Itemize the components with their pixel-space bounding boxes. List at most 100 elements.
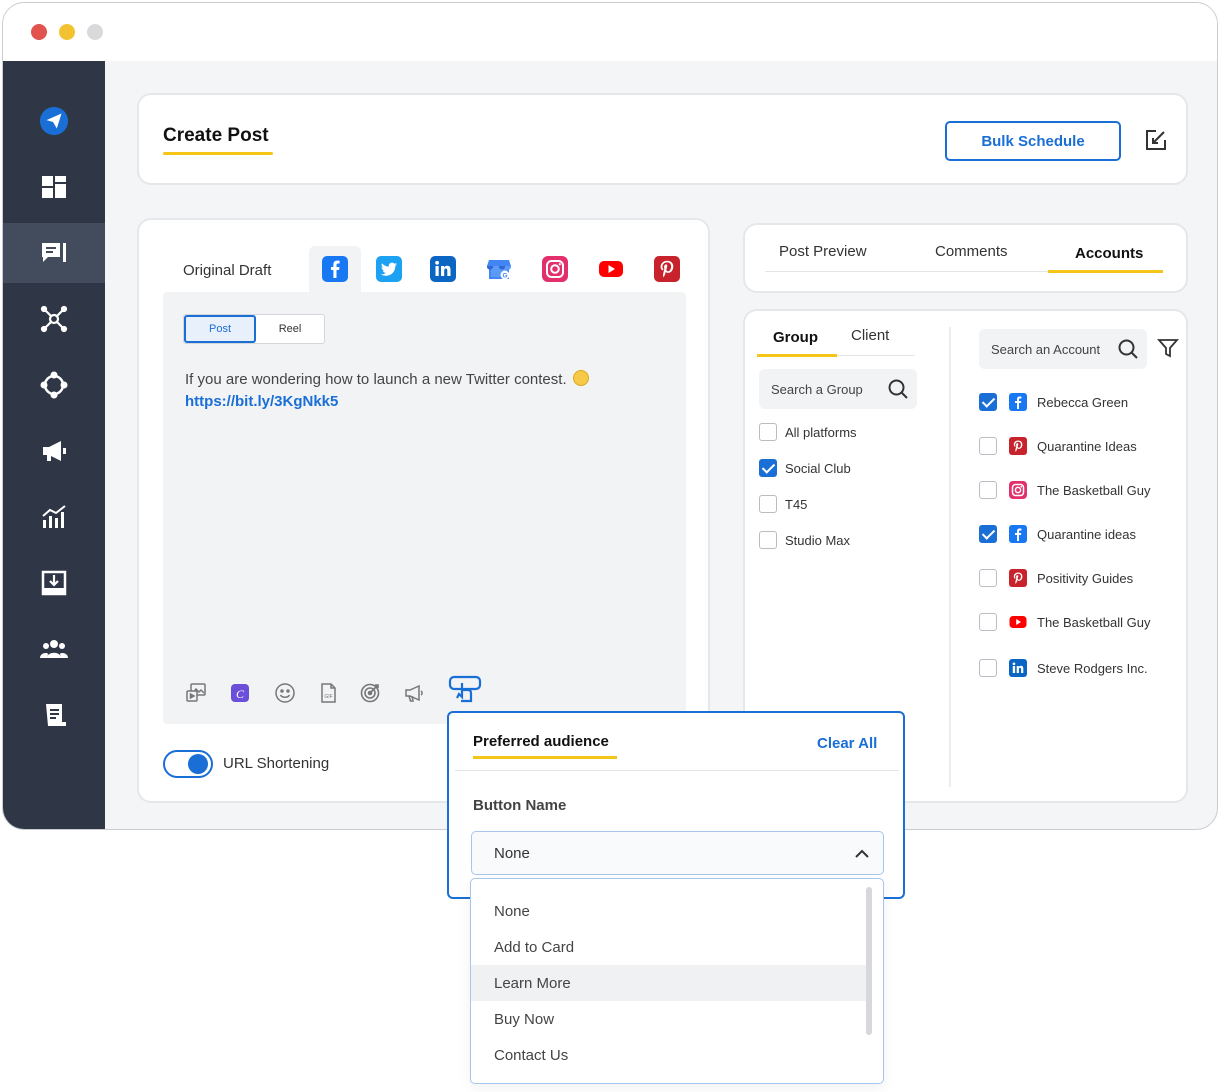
account-label: Rebecca Green — [1037, 394, 1129, 410]
account-label: The Basketball Guy — [1037, 482, 1151, 498]
star-struck-emoji-icon — [572, 370, 589, 386]
account-item[interactable]: Quarantine Ideas — [979, 437, 1137, 455]
canva-icon[interactable]: C — [227, 680, 253, 706]
megaphone-icon[interactable] — [401, 680, 427, 706]
share-icon[interactable] — [3, 355, 105, 415]
instagram-icon — [1009, 481, 1027, 499]
checkbox[interactable] — [759, 495, 777, 513]
analytics-icon[interactable] — [3, 487, 105, 547]
dropdown-option-buy-now[interactable]: Buy Now — [471, 1001, 871, 1037]
post-type-reel-button[interactable]: Reel — [256, 315, 324, 343]
account-label: The Basketball Guy — [1037, 614, 1151, 630]
reports-icon[interactable] — [3, 685, 105, 745]
search-icon — [1118, 339, 1138, 359]
url-shortening-toggle[interactable] — [163, 750, 213, 778]
linkedin-icon[interactable] — [417, 246, 469, 292]
close-window-button[interactable] — [31, 24, 47, 40]
tab-post-preview[interactable]: Post Preview — [779, 243, 867, 260]
group-search-placeholder: Search a Group — [771, 381, 863, 397]
maximize-window-button[interactable] — [87, 24, 103, 40]
app-window: Create Post Bulk Schedule Original Draft… — [2, 2, 1218, 830]
svg-text:GIF: GIF — [324, 694, 332, 700]
dashboard-icon[interactable] — [3, 157, 105, 217]
account-item[interactable]: The Basketball Guy — [979, 613, 1150, 631]
instagram-icon[interactable] — [529, 246, 581, 292]
checkbox[interactable] — [759, 423, 777, 441]
network-tabs: Original Draft G — [139, 246, 708, 292]
post-type-post-button[interactable]: Post — [184, 315, 256, 343]
button-name-dropdown: None Add to Card Learn More Buy Now Cont… — [470, 878, 884, 1084]
pinterest-icon[interactable] — [641, 246, 693, 292]
preview-tabs-card: Post Preview Comments Accounts — [743, 223, 1188, 293]
checkbox[interactable] — [979, 393, 997, 411]
tab-original-draft[interactable]: Original Draft — [183, 262, 271, 279]
dropdown-option-add-to-card[interactable]: Add to Card — [471, 929, 871, 965]
twitter-icon[interactable] — [363, 246, 415, 292]
checkbox[interactable] — [979, 525, 997, 543]
post-content[interactable]: If you are wondering how to launch a new… — [185, 368, 655, 413]
group-label: Studio Max — [785, 532, 851, 548]
group-tab-underline — [757, 354, 837, 357]
gif-icon[interactable]: GIF — [315, 680, 341, 706]
google-business-icon[interactable]: G — [473, 246, 525, 292]
dropdown-scrollbar[interactable] — [866, 887, 872, 1035]
group-label: Social Club — [785, 460, 851, 476]
pinterest-icon — [1009, 569, 1027, 587]
clear-all-button[interactable]: Clear All — [817, 735, 877, 752]
post-type-toggle: Post Reel — [183, 314, 325, 344]
preferred-audience-popup: Preferred audience Clear All Button Name… — [447, 711, 905, 899]
emoji-icon[interactable] — [272, 680, 298, 706]
account-search-input[interactable]: Search an Account — [979, 329, 1147, 369]
group-item-studio-max[interactable]: Studio Max — [759, 531, 850, 549]
network-icon[interactable] — [3, 289, 105, 349]
group-item-social-club[interactable]: Social Club — [759, 459, 851, 477]
megaphone-nav-icon[interactable] — [3, 421, 105, 481]
checkbox[interactable] — [759, 459, 777, 477]
tab-accounts[interactable]: Accounts — [1075, 245, 1143, 262]
checkbox[interactable] — [979, 659, 997, 677]
facebook-icon[interactable] — [309, 246, 361, 292]
cta-button-icon[interactable] — [447, 672, 483, 706]
target-icon[interactable] — [357, 680, 383, 706]
youtube-icon[interactable] — [585, 246, 637, 292]
account-item[interactable]: Rebecca Green — [979, 393, 1128, 411]
header-card: Create Post Bulk Schedule — [137, 93, 1188, 185]
facebook-icon — [1009, 525, 1027, 543]
group-item-t45[interactable]: T45 — [759, 495, 807, 513]
minimize-window-button[interactable] — [59, 24, 75, 40]
checkbox[interactable] — [759, 531, 777, 549]
checkbox[interactable] — [979, 569, 997, 587]
linkedin-icon — [1009, 659, 1027, 677]
pinterest-icon — [1009, 437, 1027, 455]
popup-title: Preferred audience — [473, 733, 609, 750]
account-item[interactable]: Quarantine ideas — [979, 525, 1136, 543]
dropdown-option-learn-more[interactable]: Learn More — [471, 965, 871, 1001]
account-item[interactable]: The Basketball Guy — [979, 481, 1150, 499]
inbox-icon[interactable] — [3, 553, 105, 613]
group-item-all-platforms[interactable]: All platforms — [759, 423, 857, 441]
tab-client[interactable]: Client — [851, 327, 889, 344]
post-link[interactable]: https://bit.ly/3KgNkk5 — [185, 391, 655, 413]
edit-icon[interactable] — [1145, 129, 1167, 151]
button-name-select[interactable]: None — [471, 831, 884, 875]
media-library-icon[interactable] — [183, 680, 209, 706]
posts-icon[interactable] — [3, 223, 105, 283]
team-icon[interactable] — [3, 619, 105, 679]
bulk-schedule-button[interactable]: Bulk Schedule — [945, 121, 1121, 161]
logo-icon[interactable] — [3, 91, 105, 151]
account-label: Positivity Guides — [1037, 570, 1134, 586]
filter-icon[interactable] — [1157, 337, 1179, 359]
account-label: Steve Rodgers Inc. — [1037, 660, 1148, 676]
dropdown-option-contact-us[interactable]: Contact Us — [471, 1037, 871, 1073]
account-item[interactable]: Steve Rodgers Inc. — [979, 659, 1148, 677]
dropdown-option-none[interactable]: None — [471, 893, 871, 929]
account-item[interactable]: Positivity Guides — [979, 569, 1133, 587]
popup-title-underline — [473, 756, 617, 759]
tab-group[interactable]: Group — [773, 329, 818, 346]
group-search-input[interactable]: Search a Group — [759, 369, 917, 409]
checkbox[interactable] — [979, 437, 997, 455]
checkbox[interactable] — [979, 613, 997, 631]
post-editor[interactable]: Post Reel If you are wondering how to la… — [163, 292, 686, 724]
checkbox[interactable] — [979, 481, 997, 499]
tab-comments[interactable]: Comments — [935, 243, 1008, 260]
